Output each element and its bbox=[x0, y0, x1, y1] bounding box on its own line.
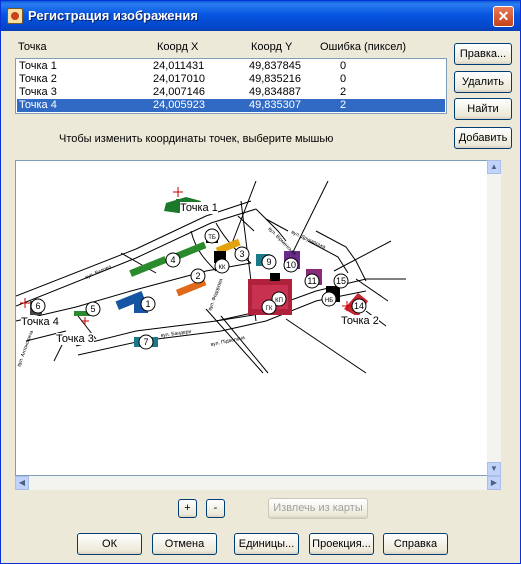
map-label-point-1: Точка 1 bbox=[180, 202, 218, 214]
svg-text:7: 7 bbox=[143, 337, 148, 347]
cell-x: 24,011431 bbox=[153, 60, 205, 72]
table-row[interactable]: Точка 2 24,017010 49,835216 0 bbox=[17, 73, 445, 86]
add-button[interactable]: Добавить bbox=[454, 127, 512, 149]
svg-text:КП: КП bbox=[275, 298, 283, 304]
units-button[interactable]: Единицы... bbox=[234, 533, 299, 555]
map-marker-11: 11 bbox=[304, 273, 320, 289]
cell-x: 24,007146 bbox=[153, 86, 205, 98]
map-canvas[interactable]: 1 2 3 4 5 6 7 9 10 11 15 14 ТБ КК КП ГК … bbox=[16, 161, 488, 476]
horizontal-scrollbar[interactable]: ◀ ▶ bbox=[15, 476, 501, 490]
points-list[interactable]: Точка 1 24,011431 49,837845 0 Точка 2 24… bbox=[15, 58, 447, 114]
street-label: вул. Підвальна bbox=[210, 335, 245, 348]
scroll-right-icon[interactable]: ▶ bbox=[487, 476, 501, 490]
find-button[interactable]: Найти bbox=[454, 98, 512, 120]
svg-text:ТБ: ТБ bbox=[208, 235, 216, 241]
zoom-out-button[interactable]: - bbox=[206, 499, 225, 518]
map-marker-1: 1 bbox=[140, 296, 156, 312]
cell-point: Точка 1 bbox=[19, 60, 57, 72]
map-tag-tb: ТБ bbox=[204, 228, 220, 244]
map-marker-2: 2 bbox=[190, 268, 206, 284]
map-tag-kk: КК bbox=[214, 258, 230, 274]
map-marker-4: 4 bbox=[165, 252, 181, 268]
map-marker-3: 3 bbox=[234, 246, 250, 262]
close-button[interactable]: ✕ bbox=[493, 6, 514, 27]
svg-text:4: 4 bbox=[170, 255, 175, 265]
cell-error: 0 bbox=[340, 73, 347, 85]
help-button[interactable]: Справка bbox=[383, 533, 448, 555]
cell-y: 49,835307 bbox=[249, 99, 301, 111]
window-title: Регистрация изображения bbox=[28, 8, 198, 23]
extract-from-map-button[interactable]: Извлечь из карты bbox=[268, 498, 368, 519]
map-marker-14: 14 bbox=[351, 298, 367, 314]
svg-text:9: 9 bbox=[266, 257, 271, 267]
col-header-x[interactable]: Коорд X bbox=[157, 41, 198, 53]
cell-y: 49,835216 bbox=[249, 73, 301, 85]
cell-error: 2 bbox=[340, 86, 347, 98]
title-bar: Регистрация изображения ✕ bbox=[1, 1, 520, 31]
scroll-down-icon[interactable]: ▼ bbox=[487, 462, 501, 476]
map-marker-9: 9 bbox=[261, 254, 277, 270]
street-label: вул. Антоновича bbox=[16, 330, 35, 368]
app-icon bbox=[7, 8, 23, 24]
map-marker-5: 5 bbox=[85, 301, 101, 317]
cell-point: Точка 4 bbox=[19, 99, 57, 111]
svg-text:КК: КК bbox=[219, 265, 226, 271]
svg-text:НБ: НБ bbox=[325, 298, 333, 304]
street-label: вул. Бандери bbox=[160, 329, 191, 339]
map-label-point-4: Точка 4 bbox=[21, 316, 59, 328]
street-label: вул. Валова bbox=[84, 264, 112, 281]
svg-text:14: 14 bbox=[354, 301, 364, 311]
scroll-left-icon[interactable]: ◀ bbox=[15, 476, 29, 490]
col-header-y[interactable]: Коорд Y bbox=[251, 41, 292, 53]
col-header-error[interactable]: Ошибка (пиксел) bbox=[320, 41, 406, 53]
map-label-point-2: Точка 2 bbox=[341, 315, 379, 327]
col-header-point[interactable]: Точка bbox=[18, 41, 47, 53]
cell-point: Точка 2 bbox=[19, 73, 57, 85]
map-marker-15: 15 bbox=[333, 273, 349, 289]
projection-button[interactable]: Проекция... bbox=[309, 533, 374, 555]
edit-button[interactable]: Правка... bbox=[454, 43, 512, 65]
map-marker-10: 10 bbox=[283, 257, 299, 273]
cell-y: 49,837845 bbox=[249, 60, 301, 72]
ok-button[interactable]: ОК bbox=[77, 533, 142, 555]
svg-text:10: 10 bbox=[286, 260, 296, 270]
map-marker-6: 6 bbox=[30, 298, 46, 314]
svg-text:ГК: ГК bbox=[266, 306, 273, 312]
svg-text:11: 11 bbox=[307, 276, 316, 286]
cell-point: Точка 3 bbox=[19, 86, 57, 98]
svg-text:2: 2 bbox=[195, 271, 200, 281]
map-tag-nb: НБ bbox=[321, 291, 337, 307]
scroll-up-icon[interactable]: ▲ bbox=[487, 160, 501, 174]
svg-text:3: 3 bbox=[239, 249, 244, 259]
map-tag-gk: ГК bbox=[261, 299, 277, 315]
cell-error: 0 bbox=[340, 60, 347, 72]
dialog-window: Регистрация изображения ✕ Точка Коорд X … bbox=[0, 0, 521, 564]
table-row-selected[interactable]: Точка 4 24,005923 49,835307 2 bbox=[17, 99, 445, 112]
hint-text: Чтобы изменить координаты точек, выберит… bbox=[59, 133, 334, 145]
vertical-scrollbar[interactable]: ▲ ▼ bbox=[487, 160, 501, 476]
cancel-button[interactable]: Отмена bbox=[152, 533, 217, 555]
cell-error: 2 bbox=[340, 99, 347, 111]
cell-x: 24,017010 bbox=[153, 73, 205, 85]
svg-text:6: 6 bbox=[35, 301, 40, 311]
svg-text:15: 15 bbox=[336, 276, 346, 286]
street-label: вул. Федорова bbox=[207, 278, 224, 312]
delete-button[interactable]: Удалить bbox=[454, 71, 512, 93]
map-view[interactable]: 1 2 3 4 5 6 7 9 10 11 15 14 ТБ КК КП ГК … bbox=[15, 160, 501, 476]
table-row[interactable]: Точка 1 24,011431 49,837845 0 bbox=[17, 60, 445, 73]
map-label-point-3: Точка 3 bbox=[56, 333, 94, 345]
svg-text:5: 5 bbox=[90, 304, 95, 314]
map-marker-7: 7 bbox=[138, 334, 154, 350]
table-row[interactable]: Точка 3 24,007146 49,834887 2 bbox=[17, 86, 445, 99]
cell-x: 24,005923 bbox=[153, 99, 205, 111]
svg-text:1: 1 bbox=[145, 299, 150, 309]
cell-y: 49,834887 bbox=[249, 86, 301, 98]
zoom-in-button[interactable]: + bbox=[178, 499, 197, 518]
